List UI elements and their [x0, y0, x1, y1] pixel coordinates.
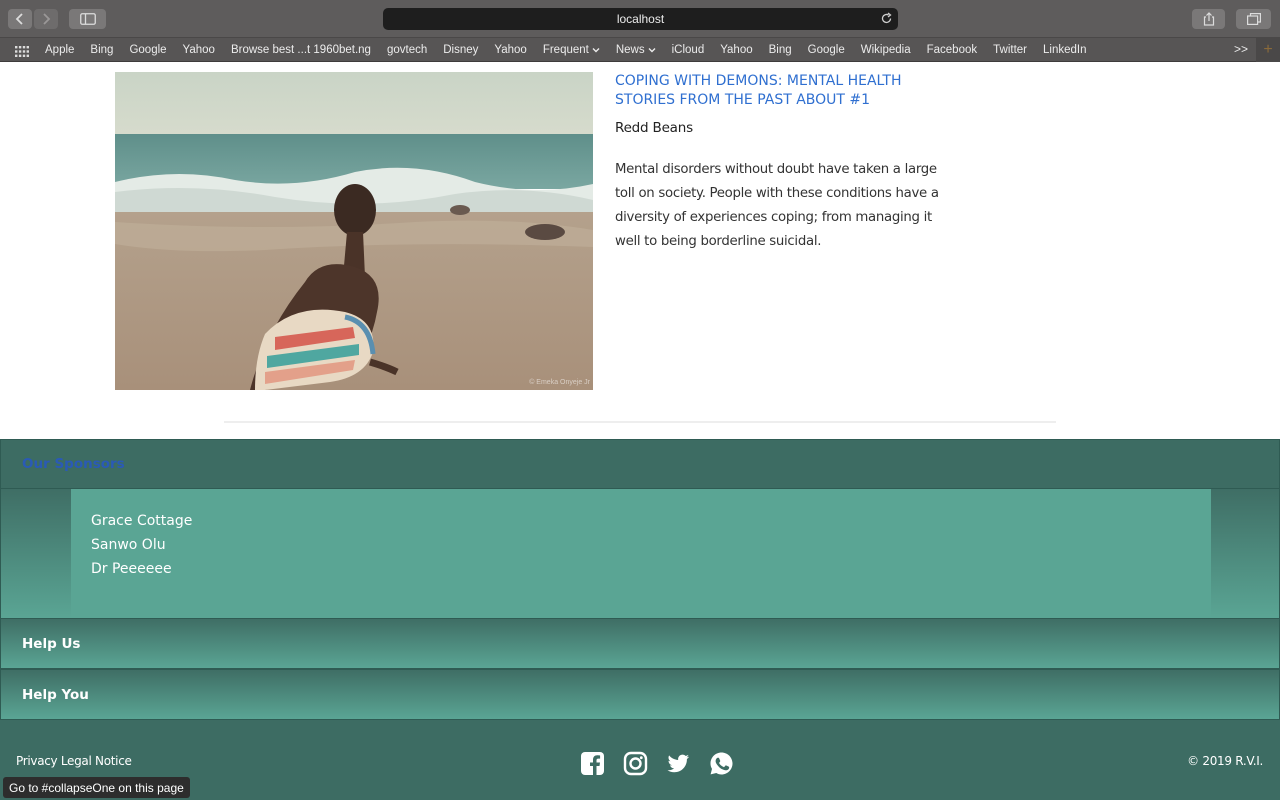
bookmark-item[interactable]: Disney	[443, 44, 478, 56]
chevron-right-icon	[43, 13, 51, 25]
chevron-left-icon	[15, 13, 23, 25]
instagram-icon[interactable]	[623, 751, 648, 776]
bookmark-item[interactable]: Wikipedia	[861, 44, 911, 56]
bookmark-item[interactable]: Apple	[45, 44, 74, 56]
whatsapp-icon[interactable]	[709, 751, 734, 776]
bookmark-label: Yahoo	[182, 44, 215, 56]
article-title-link[interactable]: COPING WITH DEMONS: MENTAL HEALTH STORIE…	[615, 72, 945, 110]
reload-icon[interactable]	[880, 12, 893, 28]
accordion-header-help-you[interactable]: Help You	[0, 669, 1280, 720]
article-image[interactable]: © Emeka Onyeje Jr	[115, 72, 593, 390]
forward-button[interactable]	[34, 9, 58, 29]
share-icon	[1203, 12, 1214, 26]
sponsor-item: Grace Cottage	[91, 513, 193, 529]
apps-grid-icon[interactable]	[15, 44, 29, 62]
bookmark-item[interactable]: Bing	[769, 44, 792, 56]
bookmark-list: Apple Bing Google Yahoo Browse best ...t 196…	[45, 38, 1102, 62]
bookmark-item[interactable]: LinkedIn	[1043, 44, 1086, 56]
bookmark-item[interactable]: Google	[129, 44, 166, 56]
bookmark-item[interactable]: Google	[808, 44, 845, 56]
bookmark-label: Bing	[768, 44, 792, 56]
tabs-icon	[1246, 13, 1261, 25]
accordion-header-our-sponsors[interactable]: Our Sponsors	[0, 439, 1280, 489]
bookmark-item[interactable]: News	[616, 44, 656, 56]
bookmark-label: Yahoo	[720, 44, 753, 56]
footer: Privacy Legal Notice © 2019 R.V.I.	[0, 720, 1280, 800]
bookmark-label: Frequent	[542, 44, 589, 56]
beach-photo	[115, 72, 593, 390]
bookmark-label: govtech	[386, 44, 428, 56]
bookmark-label: Google	[807, 44, 845, 56]
chevron-down-icon	[648, 48, 656, 53]
bookmark-item[interactable]: Frequent	[543, 44, 600, 56]
privacy-legal-notice-link[interactable]: Privacy Legal Notice	[16, 754, 132, 768]
bookmark-item[interactable]: Browse best ...t 1960bet.ng	[231, 44, 371, 56]
chevron-down-icon	[592, 48, 600, 53]
bookmark-item[interactable]: iCloud	[672, 44, 705, 56]
tabs-overview-button[interactable]	[1236, 9, 1271, 29]
bookmark-label: Wikipedia	[860, 44, 911, 56]
copyright: © 2019 R.V.I.	[1187, 754, 1263, 768]
bookmark-label: Facebook	[926, 44, 978, 56]
sponsor-item: Sanwo Olu	[91, 537, 166, 553]
bookmark-label: Yahoo	[494, 44, 527, 56]
accordion-title: Our Sponsors	[22, 456, 125, 472]
sidebar-toggle-button[interactable]	[69, 9, 106, 29]
bookmark-label: Twitter	[993, 44, 1027, 56]
article-author: Redd Beans	[615, 120, 693, 136]
browser-toolbar: localhost	[0, 0, 1280, 38]
bookmark-label: News	[615, 44, 645, 56]
bookmarks-bar: Apple Bing Google Yahoo Browse best ...t 196…	[0, 38, 1280, 62]
bookmark-label: Disney	[443, 44, 479, 56]
accordion-title: Help You	[22, 686, 89, 703]
content-divider	[224, 421, 1056, 423]
accordion: Our Sponsors Grace Cottage Sanwo Olu Dr …	[0, 439, 1280, 720]
url-text: localhost	[616, 12, 665, 26]
accordion-title: Help Us	[22, 635, 81, 652]
bookmark-item[interactable]: Yahoo	[720, 44, 752, 56]
image-credit: © Emeka Onyeje Jr	[529, 379, 590, 386]
url-bar[interactable]: localhost	[383, 8, 898, 30]
share-button[interactable]	[1192, 9, 1225, 29]
accordion-panel-our-sponsors: Grace Cottage Sanwo Olu Dr Peeeeee	[0, 489, 1280, 618]
sidebar-icon	[79, 13, 96, 25]
bookmark-item[interactable]: Yahoo	[183, 44, 215, 56]
bookmark-label: Bing	[90, 44, 114, 56]
bookmark-item[interactable]: Bing	[90, 44, 113, 56]
add-bookmark-button[interactable]: +	[1256, 38, 1280, 62]
status-bar-link-preview: Go to #collapseOne on this page	[3, 777, 190, 798]
bookmark-label: iCloud	[671, 44, 705, 56]
bookmark-label: Browse best ...t 1960bet.ng	[230, 44, 371, 56]
accordion-header-help-us[interactable]: Help Us	[0, 618, 1280, 669]
facebook-icon[interactable]	[580, 751, 605, 776]
social-links	[580, 751, 752, 776]
bookmark-item[interactable]: govtech	[387, 44, 427, 56]
article-excerpt: Mental disorders without doubt have take…	[615, 162, 939, 249]
bookmark-label: Google	[129, 44, 167, 56]
bookmark-label: Apple	[45, 44, 75, 56]
bookmark-item[interactable]: Facebook	[927, 44, 978, 56]
bookmarks-overflow-button[interactable]: >>	[1234, 42, 1248, 56]
bookmark-item[interactable]: Twitter	[993, 44, 1027, 56]
back-button[interactable]	[8, 9, 32, 29]
bookmark-label: LinkedIn	[1043, 44, 1087, 56]
sponsors-list: Grace Cottage Sanwo Olu Dr Peeeeee	[71, 489, 1211, 618]
twitter-icon[interactable]	[666, 751, 691, 776]
sponsor-item: Dr Peeeeee	[91, 561, 172, 577]
bookmark-item[interactable]: Yahoo	[494, 44, 526, 56]
